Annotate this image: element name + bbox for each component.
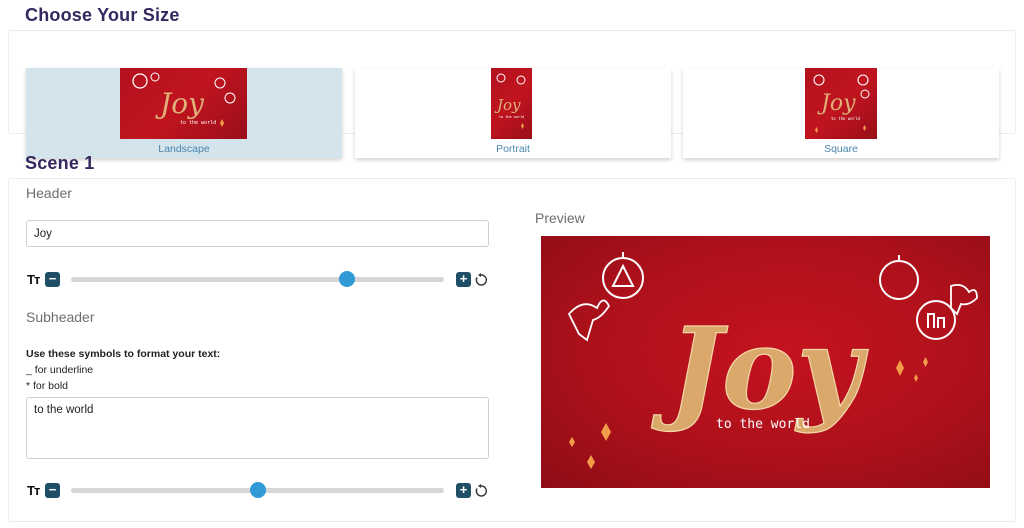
size-option-landscape[interactable]: Joy to the world Landscape: [26, 68, 342, 158]
choose-size-title: Choose Your Size: [25, 5, 180, 25]
angel-icon: [950, 283, 978, 316]
size-option-square[interactable]: Joy to the world Square: [683, 68, 999, 158]
slider-handle[interactable]: [339, 271, 356, 287]
format-hint: Use these symbols to format your text: _…: [26, 346, 220, 394]
preview-image: Joy to the world: [541, 236, 990, 488]
size-option-label: Portrait: [496, 143, 530, 155]
format-hint-bold: * for bold: [26, 380, 69, 392]
reset-icon[interactable]: [474, 484, 488, 498]
size-options-panel: Joy to the world Landscape Joy to the wo…: [8, 30, 1016, 158]
header-font-decrease-button[interactable]: −: [45, 272, 60, 287]
svg-text:Joy: Joy: [817, 91, 856, 116]
ornament-icon: [602, 252, 644, 299]
reset-icon[interactable]: [474, 273, 488, 287]
size-option-portrait[interactable]: Joy to the world Portrait: [355, 68, 671, 158]
angel-icon: [567, 299, 611, 342]
subheader-font-decrease-button[interactable]: −: [45, 483, 60, 498]
header-label: Header: [26, 185, 72, 201]
font-size-icon: Tт: [27, 483, 40, 498]
subheader-label: Subheader: [26, 309, 95, 325]
format-hint-underline: _ for underline: [26, 364, 94, 376]
font-size-icon: Tт: [27, 272, 40, 287]
preview-subline: to the world: [716, 417, 810, 432]
svg-text:to the world: to the world: [180, 120, 216, 126]
subheader-textarea[interactable]: to the world: [26, 397, 489, 459]
header-font-size-slider[interactable]: [71, 271, 444, 287]
scene-title: Scene 1: [25, 153, 95, 173]
svg-text:to the world: to the world: [831, 116, 860, 121]
preview-headline: Joy: [651, 304, 869, 435]
size-option-label: Square: [824, 143, 858, 155]
svg-text:Joy: Joy: [155, 87, 205, 120]
ornament-icon: [879, 255, 956, 340]
subheader-font-increase-button[interactable]: +: [456, 483, 471, 498]
header-font-increase-button[interactable]: +: [456, 272, 471, 287]
preview-label: Preview: [535, 210, 585, 226]
svg-text:Joy: Joy: [494, 96, 521, 114]
landscape-thumbnail: Joy to the world: [120, 68, 247, 139]
format-hint-title: Use these symbols to format your text:: [26, 348, 221, 360]
slider-handle[interactable]: [249, 482, 266, 498]
portrait-thumbnail: Joy to the world: [491, 68, 532, 139]
subheader-font-size-slider[interactable]: [71, 482, 444, 498]
svg-text:to the world: to the world: [499, 115, 524, 119]
header-input[interactable]: [26, 220, 489, 247]
square-thumbnail: Joy to the world: [805, 68, 877, 139]
